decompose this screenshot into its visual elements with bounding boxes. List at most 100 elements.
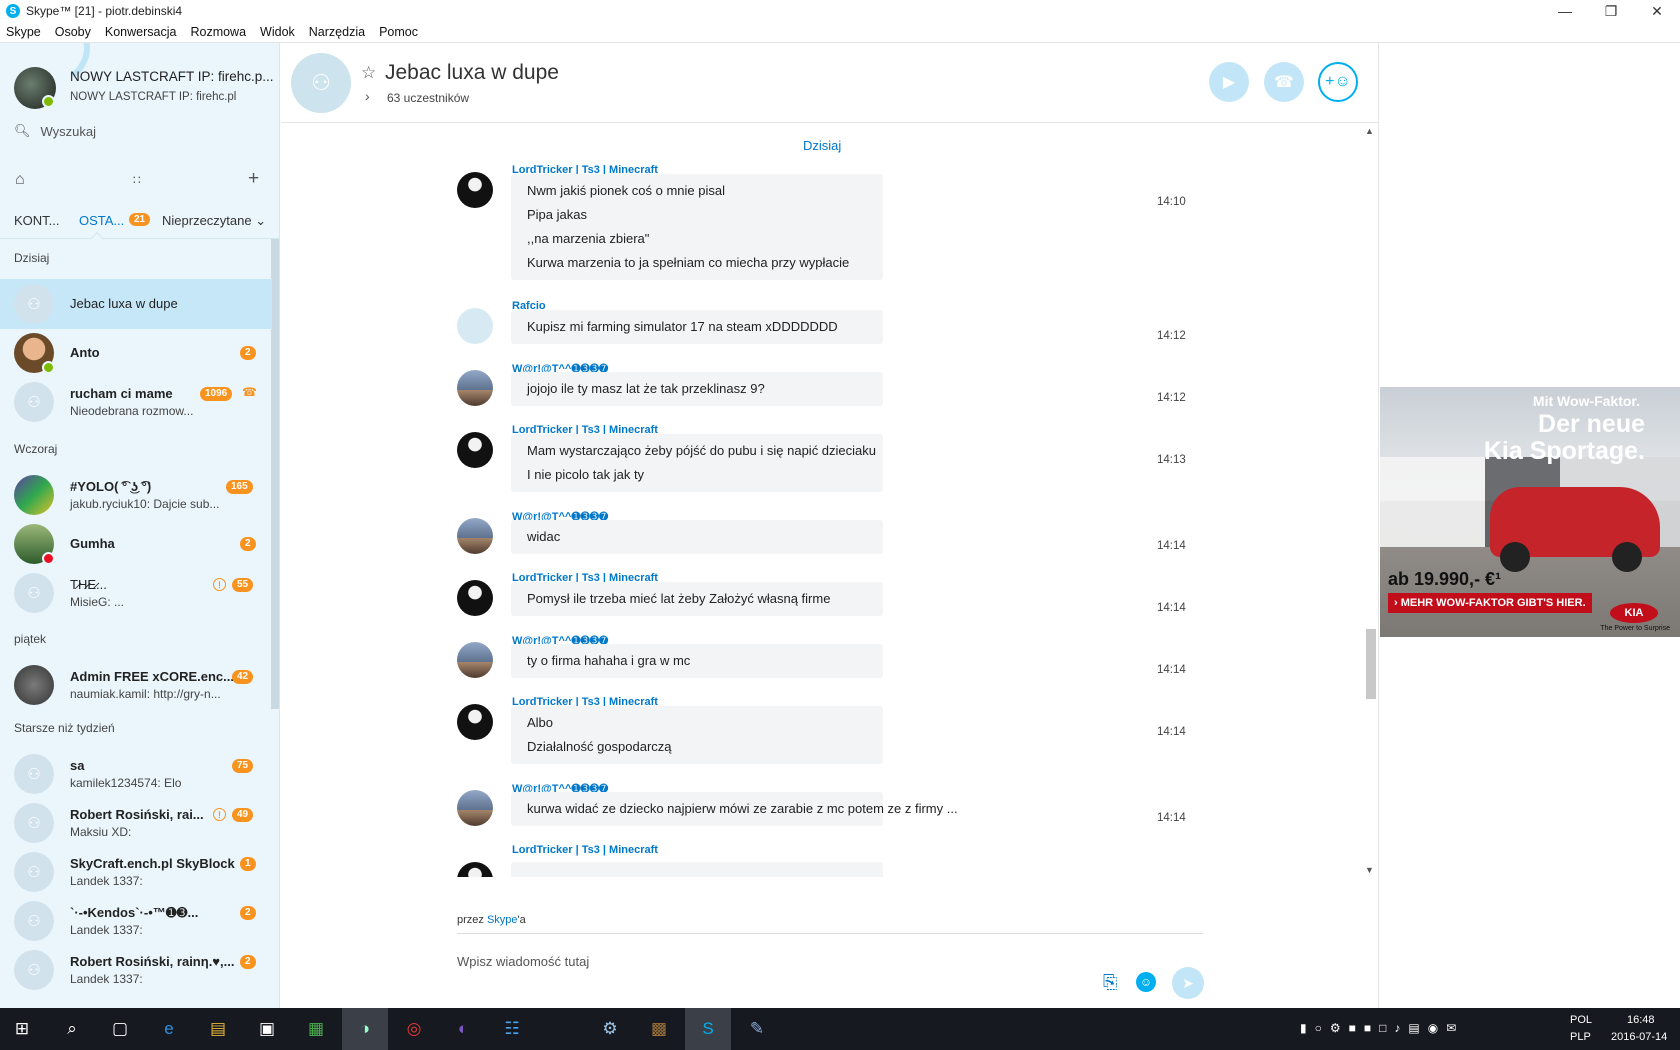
sender-avatar[interactable] bbox=[457, 642, 493, 678]
network-app-icon[interactable]: ☷ bbox=[500, 1017, 524, 1041]
message-text: I nie picolo tak jak ty bbox=[527, 467, 645, 482]
menu-widok[interactable]: Widok bbox=[260, 25, 295, 39]
clock-date[interactable]: 2016-07-14 bbox=[1611, 1031, 1667, 1043]
message-bubble[interactable]: widac bbox=[511, 520, 883, 554]
menu-skype[interactable]: Skype bbox=[6, 25, 41, 39]
search-box[interactable]: 🔍︎ Wyszukaj bbox=[14, 123, 96, 139]
chevron-right-icon[interactable]: › bbox=[365, 88, 370, 104]
voice-call-button[interactable]: ☎ bbox=[1264, 62, 1304, 102]
tray-icons[interactable]: ▮○⚙■■□♪▤◉✉ bbox=[1300, 1021, 1464, 1035]
dialpad-icon[interactable]: ∷ bbox=[133, 173, 141, 187]
scroll-up-icon[interactable]: ▲ bbox=[1365, 126, 1374, 136]
group-avatar-icon[interactable]: ⚇ bbox=[291, 53, 351, 113]
sender-avatar[interactable] bbox=[457, 308, 493, 344]
emoticon-icon[interactable]: ☺ bbox=[1136, 972, 1156, 992]
sidebar-scrollbar[interactable] bbox=[271, 239, 279, 709]
sender-avatar[interactable] bbox=[457, 580, 493, 616]
message-bubble[interactable]: Mam wystarczająco żeby pójść do pubu i s… bbox=[511, 434, 883, 492]
scroll-down-icon[interactable]: ▼ bbox=[1365, 865, 1374, 875]
menu-pomoc[interactable]: Pomoc bbox=[379, 25, 418, 39]
windows-start-icon[interactable]: ⊞ bbox=[10, 1017, 34, 1041]
minecraft-icon[interactable]: ▩ bbox=[647, 1017, 671, 1041]
paperclip-icon[interactable]: ⎘ bbox=[1103, 972, 1117, 993]
file-explorer-icon[interactable]: ▤ bbox=[206, 1017, 230, 1041]
launcher-app-icon[interactable]: ◑ bbox=[342, 1008, 388, 1050]
scroll-thumb[interactable] bbox=[1366, 629, 1376, 699]
profile-panel[interactable]: NOWY LASTCRAFT IP: firehc.p... NOWY LAST… bbox=[0, 43, 279, 129]
unread-badge: 2 bbox=[240, 346, 256, 360]
advertisement-banner[interactable]: Mit Wow-Faktor. Der neue Kia Sportage. ab… bbox=[1380, 387, 1680, 637]
sender-avatar[interactable] bbox=[457, 862, 493, 877]
sender-avatar[interactable] bbox=[457, 172, 493, 208]
message-bubble[interactable]: Pomysł ile trzeba mieć lat żeby Założyć … bbox=[511, 582, 883, 616]
tab-recent[interactable]: OSTA... bbox=[79, 213, 124, 228]
sender-avatar[interactable] bbox=[457, 370, 493, 406]
contact-item[interactable]: ⚇ Robert Rosiński, rainη.♥,... Landek 13… bbox=[0, 945, 272, 995]
sender-avatar[interactable] bbox=[457, 704, 493, 740]
contact-item[interactable]: Anto 2 bbox=[0, 328, 272, 378]
filter-dropdown[interactable]: Nieprzeczytane ⌄ bbox=[162, 213, 266, 229]
menu-narzedzia[interactable]: Narzędzia bbox=[309, 25, 365, 39]
message-bubble[interactable]: Kupisz mi farming simulator 17 na steam … bbox=[511, 310, 883, 344]
group-avatar-icon: ⚇ bbox=[14, 382, 54, 422]
eclipse-icon[interactable]: ◐ bbox=[451, 1017, 475, 1041]
participant-count[interactable]: 63 uczestników bbox=[387, 91, 469, 105]
contact-item[interactable]: #YOLO( ͡° ͜ʖ ͡°) jakub.ryciuk10: Dajcie … bbox=[0, 470, 272, 520]
app-icon[interactable]: ▦ bbox=[304, 1017, 328, 1041]
message-input[interactable]: Wpisz wiadomość tutaj bbox=[457, 954, 589, 969]
ad-cta-button[interactable]: › MEHR WOW-FAKTOR GIBT'S HIER. bbox=[1388, 593, 1592, 613]
contact-item[interactable]: ⚇ sa kamilek1234574: Elo 75 bbox=[0, 749, 272, 799]
contact-item[interactable]: Admin FREE xCORE.enc... naumiak.kamil: h… bbox=[0, 660, 272, 710]
message-bubble[interactable]: Nwm jakiś pionek coś o mnie pisal Pipa j… bbox=[511, 174, 883, 280]
home-icon[interactable]: ⌂ bbox=[15, 171, 25, 189]
contact-item[interactable]: ⚇ Robert Rosiński, rai... Maksiu XD: ! 4… bbox=[0, 798, 272, 848]
menu-osoby[interactable]: Osoby bbox=[55, 25, 91, 39]
contact-item[interactable]: ⚇ T̷H̷E̷... MisieG: ... ! 55 bbox=[0, 568, 272, 618]
sender-avatar[interactable] bbox=[457, 518, 493, 554]
send-button[interactable]: ➤ bbox=[1172, 967, 1204, 999]
task-view-icon[interactable]: ▢ bbox=[108, 1017, 132, 1041]
edge-browser-icon[interactable]: e bbox=[157, 1017, 181, 1041]
contact-item[interactable]: ⚇ Jebac luxa w dupe bbox=[0, 279, 272, 329]
add-participant-button[interactable]: +☺ bbox=[1318, 62, 1358, 102]
unread-badge: 49 bbox=[232, 808, 254, 822]
search-input[interactable]: Wyszukaj bbox=[41, 124, 97, 139]
skype-taskbar-icon[interactable]: S bbox=[685, 1008, 731, 1050]
tab-contacts[interactable]: KONT... bbox=[14, 213, 60, 228]
chat-scrollbar[interactable]: ▲ ▼ bbox=[1363, 124, 1378, 877]
contact-item[interactable]: ⚇ rucham ci mame Nieodebrana rozmow... 1… bbox=[0, 377, 272, 427]
skype-link[interactable]: Skype bbox=[487, 914, 518, 926]
keyboard-layout[interactable]: PLP bbox=[1570, 1031, 1591, 1043]
minimize-button[interactable]: — bbox=[1542, 0, 1588, 22]
menu-konwersacja[interactable]: Konwersacja bbox=[105, 25, 177, 39]
chrome-icon[interactable]: ◎ bbox=[402, 1017, 426, 1041]
contact-name: rucham ci mame bbox=[70, 386, 173, 401]
profile-mood[interactable]: NOWY LASTCRAFT IP: firehc.pl bbox=[70, 91, 236, 103]
unread-badge: 1 bbox=[240, 857, 256, 871]
steam-icon[interactable]: ⚙ bbox=[598, 1017, 622, 1041]
close-button[interactable]: ✕ bbox=[1634, 0, 1680, 22]
add-icon[interactable]: + bbox=[248, 168, 259, 190]
message-bubble[interactable]: Albo Działalność gospodarczą bbox=[511, 706, 883, 764]
message-bubble[interactable] bbox=[511, 862, 883, 877]
message-bubble[interactable]: kurwa widać ze dziecko najpierw mówi ze … bbox=[511, 792, 958, 826]
message-bubble[interactable]: jojojo ile ty masz lat że tak przeklinas… bbox=[511, 372, 883, 406]
video-call-button[interactable]: ▶ bbox=[1209, 62, 1249, 102]
store-icon[interactable]: ▣ bbox=[255, 1017, 279, 1041]
paint-icon[interactable]: ✎ bbox=[745, 1017, 769, 1041]
contact-item[interactable]: Gumha 2 bbox=[0, 519, 272, 569]
clock-time[interactable]: 16:48 bbox=[1627, 1014, 1655, 1026]
sender-avatar[interactable] bbox=[457, 432, 493, 468]
star-icon[interactable]: ☆ bbox=[361, 63, 376, 83]
menu-rozmowa[interactable]: Rozmowa bbox=[190, 25, 246, 39]
message-time: 14:14 bbox=[1157, 540, 1186, 552]
search-icon[interactable]: ⌕ bbox=[60, 1017, 84, 1041]
sender-avatar[interactable] bbox=[457, 790, 493, 826]
maximize-button[interactable]: ❐ bbox=[1588, 0, 1634, 22]
conversation-title[interactable]: Jebac luxa w dupe bbox=[385, 61, 559, 85]
language-indicator[interactable]: POL bbox=[1570, 1014, 1592, 1026]
contact-item[interactable]: ⚇ SkyCraft.ench.pl SkyBlock Landek 1337:… bbox=[0, 847, 272, 897]
contact-item[interactable]: ⚇ `·-•Kendos`·-•™➊➌... Landek 1337: 2 bbox=[0, 896, 272, 946]
message-sender[interactable]: LordTricker | Ts3 | Minecraft bbox=[512, 844, 658, 856]
message-bubble[interactable]: ty o firma hahaha i gra w mc bbox=[511, 644, 883, 678]
